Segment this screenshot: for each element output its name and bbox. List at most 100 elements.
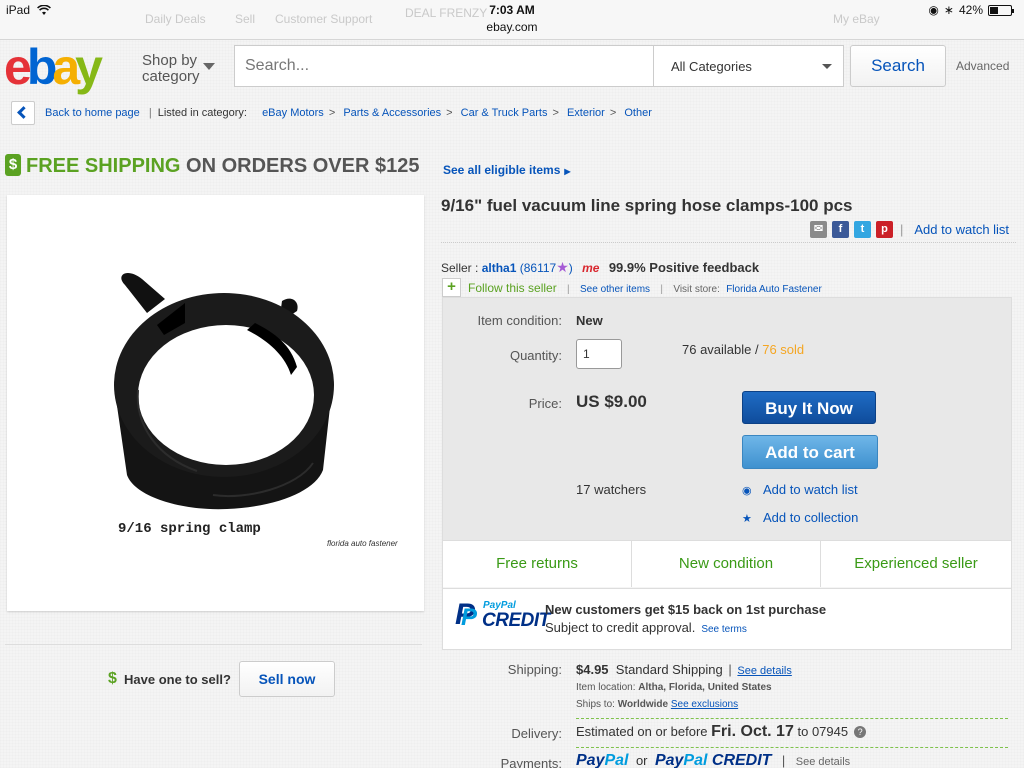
paypal-credit-logo: PP PayPal CREDIT	[455, 598, 550, 632]
chevron-left-icon	[17, 106, 30, 119]
listed-in-label: Listed in category:	[157, 107, 247, 119]
breadcrumb-car-truck-parts[interactable]: Car & Truck Parts	[461, 107, 548, 119]
status-indicators: ◉ ∗ 42%	[928, 3, 1014, 17]
breadcrumb-other[interactable]: Other	[624, 107, 652, 119]
sold-count: 76 sold	[762, 342, 805, 357]
shipping-details-link[interactable]: See details	[737, 665, 791, 677]
payment-methods: PayPal or PayPal CREDIT | See details	[576, 752, 851, 768]
store-link[interactable]: Florida Auto Fastener	[726, 284, 822, 295]
star-icon: ★	[742, 513, 752, 525]
new-condition-badge[interactable]: New condition	[632, 540, 821, 587]
seller-name-link[interactable]: altha1	[482, 261, 517, 275]
shipping-cost: $4.95 Standard Shipping | See details	[576, 662, 792, 677]
condition-label: Item condition:	[477, 313, 562, 328]
back-button[interactable]	[11, 101, 35, 125]
delivery-date: Fri. Oct. 17	[711, 723, 794, 740]
ships-to: Ships to: Worldwide See exclusions	[576, 699, 739, 710]
orders-over-text: ON ORDERS OVER $125	[186, 155, 420, 177]
credit-subtext: Subject to credit approval. See terms	[545, 620, 747, 635]
seller-links: Follow this seller | See other items | V…	[468, 281, 822, 295]
positive-feedback: 99.9% Positive feedback	[608, 260, 760, 275]
add-to-collection-link[interactable]: ★ Add to collection	[742, 510, 858, 525]
back-to-home-link[interactable]: Back to home page	[45, 107, 140, 119]
ios-status-bar: Daily Deals Sell Customer Support DEAL F…	[0, 0, 1024, 40]
twitter-icon[interactable]: t	[854, 221, 871, 238]
seller-info: Seller : altha1 (86117★) me 99.9% Positi…	[441, 259, 759, 276]
item-image[interactable]	[7, 195, 424, 611]
chevron-down-icon	[822, 64, 832, 69]
see-exclusions-link[interactable]: See exclusions	[671, 699, 738, 710]
battery-percent: 42%	[958, 3, 983, 17]
breadcrumb-exterior[interactable]: Exterior	[567, 107, 605, 119]
item-location: Item location: Altha, Florida, United St…	[576, 682, 772, 693]
quantity-label: Quantity:	[509, 348, 562, 363]
chevron-down-icon[interactable]	[203, 63, 215, 70]
add-to-watch-list-link[interactable]: Add to watch list	[914, 222, 1009, 237]
star-icon: ★	[556, 259, 569, 275]
payment-details-link[interactable]: See details	[796, 756, 850, 768]
bluetooth-icon: ∗	[943, 3, 954, 17]
shipping-method: Standard Shipping	[615, 662, 723, 677]
sell-now-button[interactable]: Sell now	[239, 661, 335, 697]
delivery-estimate: Estimated on or before Fri. Oct. 17 to 0…	[576, 723, 867, 741]
email-icon[interactable]: ✉	[810, 221, 827, 238]
search-button[interactable]: Search	[850, 45, 946, 87]
clock: 7:03 AM	[489, 3, 535, 17]
image-caption: 9/16 spring clamp	[118, 521, 261, 537]
buy-it-now-button[interactable]: Buy It Now	[742, 391, 876, 424]
advanced-search-link[interactable]: Advanced	[956, 59, 1009, 73]
help-icon[interactable]: ?	[854, 726, 867, 738]
free-shipping-banner: FREE SHIPPING ON ORDERS OVER $125	[26, 155, 419, 178]
divider	[441, 242, 1016, 243]
breadcrumb-parts-accessories[interactable]: Parts & Accessories	[343, 107, 441, 119]
me-badge: me	[582, 261, 600, 275]
orientation-lock-icon: ◉	[928, 3, 939, 17]
experienced-seller-badge[interactable]: Experienced seller	[821, 540, 1011, 587]
availability: 76 available / 76 sold	[682, 342, 805, 357]
plus-icon[interactable]: +	[442, 278, 461, 297]
watch-list-link[interactable]: ◉ Add to watch list	[742, 482, 858, 497]
pinterest-icon[interactable]: p	[876, 221, 893, 238]
free-shipping-text: FREE SHIPPING	[26, 155, 181, 177]
ebay-logo[interactable]: ebay	[4, 42, 130, 92]
credit-headline: New customers get $15 back on 1st purcha…	[545, 602, 827, 617]
shop-by-line1: Shop by	[142, 52, 198, 69]
share-row: ✉ f t p | Add to watch list	[810, 221, 1009, 238]
shop-by-category-button[interactable]: Shop by category	[142, 53, 200, 85]
divider	[5, 644, 422, 645]
address-bar-url[interactable]: ebay.com	[0, 20, 1024, 34]
triangle-right-icon: ▶	[564, 167, 571, 176]
dollar-tag-icon: $	[5, 154, 21, 176]
see-eligible-items-link[interactable]: See all eligible items ▶	[443, 163, 571, 177]
see-other-items-link[interactable]: See other items	[580, 284, 650, 295]
price-value: US $9.00	[576, 392, 647, 411]
category-select-value: All Categories	[671, 59, 752, 74]
search-input[interactable]	[234, 45, 654, 87]
watchers-count: 17 watchers	[576, 482, 647, 497]
quantity-input[interactable]	[576, 339, 622, 369]
category-select[interactable]: All Categories	[653, 45, 844, 87]
payments-label: Payments:	[500, 756, 562, 768]
seller-label: Seller :	[441, 261, 479, 275]
divider	[576, 718, 1008, 719]
spring-clamp-photo	[114, 272, 334, 510]
seller-score-link[interactable]: (86117★)	[520, 259, 573, 275]
image-credit: florida auto fastener	[327, 539, 398, 548]
delivery-label: Delivery:	[511, 726, 562, 741]
shipping-label: Shipping:	[507, 662, 562, 677]
price-label: Price:	[528, 396, 562, 411]
add-to-cart-button[interactable]: Add to cart	[742, 435, 878, 469]
condition-value: New	[576, 313, 603, 328]
item-title: 9/16" fuel vacuum line spring hose clamp…	[441, 196, 853, 215]
shop-by-line2: category	[142, 68, 200, 85]
dollar-icon: $	[108, 670, 117, 687]
facebook-icon[interactable]: f	[832, 221, 849, 238]
free-returns-badge[interactable]: Free returns	[443, 540, 632, 587]
eye-icon: ◉	[742, 485, 752, 497]
visit-store-label: Visit store:	[673, 284, 720, 295]
buy-box-main	[443, 298, 1011, 540]
breadcrumb-ebay-motors[interactable]: eBay Motors	[262, 107, 324, 119]
paypal-logo: PayPal	[576, 752, 629, 768]
see-terms-link[interactable]: See terms	[701, 624, 747, 635]
follow-seller-link[interactable]: Follow this seller	[468, 281, 557, 295]
